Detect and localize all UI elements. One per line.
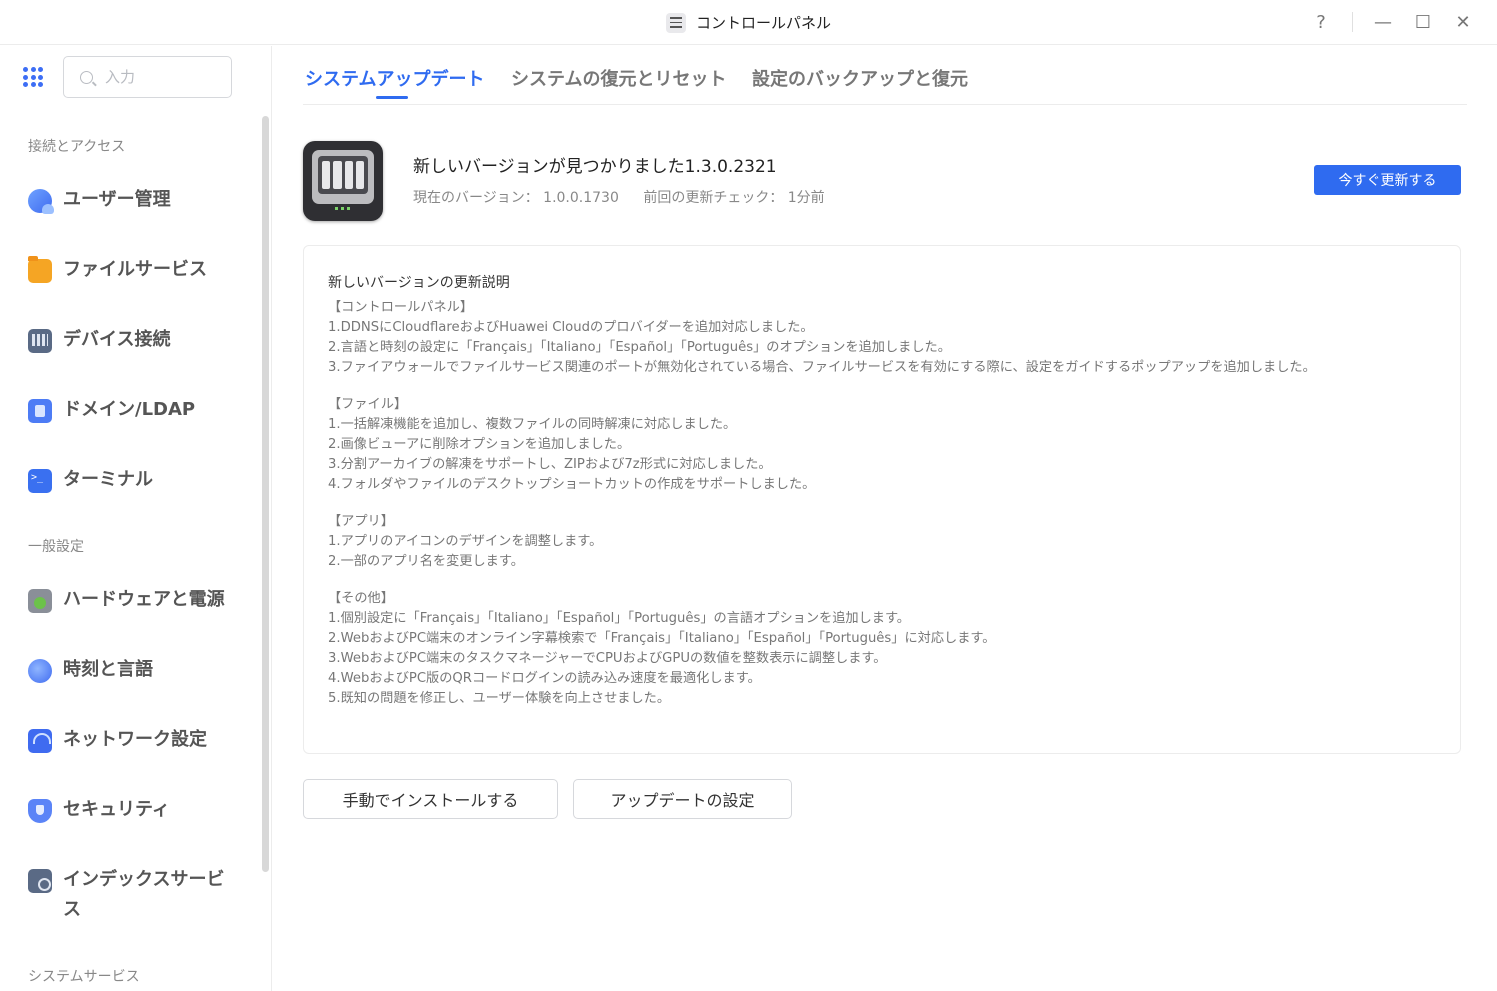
search-icon <box>80 70 93 84</box>
notes-line: 2.言語と時刻の設定に「Français」「Italiano」「Español」… <box>328 340 951 355</box>
sidebar-item-label: 時刻と言語 <box>63 659 153 680</box>
release-notes-title: 新しいバージョンの更新説明 <box>328 275 510 291</box>
tab-system-update[interactable]: システムアップデート <box>305 65 484 91</box>
active-tab-indicator <box>376 96 408 99</box>
sidebar-item-label: ハードウェアと電源 <box>63 589 225 610</box>
sidebar-item-label: ドメイン/LDAP <box>63 399 196 420</box>
apps-grid-icon[interactable] <box>23 67 43 87</box>
notes-heading: 【コントロールパネル】 <box>328 300 474 315</box>
terminal-icon <box>28 469 52 493</box>
update-settings-button[interactable]: アップデートの設定 <box>573 779 792 819</box>
sidebar-item-security[interactable]: セキュリティ <box>28 798 248 825</box>
notes-line: 3.分割アーカイブの解凍をサポートし、ZIPおよび7z形式に対応しました。 <box>328 457 772 472</box>
sidebar-scrollbar[interactable] <box>262 116 269 872</box>
section-label-system-services: システムサービス <box>28 969 140 985</box>
sidebar-item-network[interactable]: ネットワーク設定 <box>28 728 248 755</box>
sidebar-item-label: ネットワーク設定 <box>63 729 207 750</box>
tab-backup-restore[interactable]: 設定のバックアップと復元 <box>752 65 968 91</box>
minimize-icon[interactable]: — <box>1369 8 1397 36</box>
sidebar-item-label: ユーザー管理 <box>63 189 171 210</box>
notes-heading: 【その他】 <box>328 591 394 606</box>
titlebar-divider <box>1352 12 1353 32</box>
notes-line: 4.フォルダやファイルのデスクトップショートカットの作成をサポートしました。 <box>328 477 816 492</box>
close-icon[interactable]: ✕ <box>1449 8 1477 36</box>
sidebar-item-time-language[interactable]: 時刻と言語 <box>28 658 248 685</box>
device-icon <box>28 329 52 353</box>
notes-heading: 【アプリ】 <box>328 514 394 529</box>
users-icon <box>28 189 54 214</box>
globe-icon <box>28 659 52 683</box>
sidebar-item-label: ファイルサービス <box>63 259 207 280</box>
notes-line: 1.個別設定に「Français」「Italiano」「Español」「Por… <box>328 611 910 626</box>
sidebar-item-label: デバイス接続 <box>63 329 171 350</box>
sidebar-item-domain-ldap[interactable]: ドメイン/LDAP <box>28 398 248 425</box>
sidebar-item-label: ターミナル <box>63 469 153 490</box>
manual-install-button[interactable]: 手動でインストールする <box>303 779 558 819</box>
tab-restore-reset[interactable]: システムの復元とリセット <box>511 65 726 91</box>
notes-line: 2.一部のアプリ名を変更します。 <box>328 554 524 569</box>
tab-bar: システムアップデート システムの復元とリセット 設定のバックアップと復元 <box>303 46 1467 105</box>
search-box[interactable] <box>63 56 232 98</box>
window-title-text: コントロールパネル <box>695 14 831 32</box>
section-label-connection: 接続とアクセス <box>28 139 126 155</box>
sidebar-item-label: インデックスサービス <box>63 869 225 920</box>
shield-icon <box>28 799 52 823</box>
release-notes-panel: 新しいバージョンの更新説明 【コントロールパネル】 1.DDNSにCloudfl… <box>303 245 1461 754</box>
sidebar-item-file-services[interactable]: ファイルサービス <box>28 256 248 285</box>
sidebar-item-device-connection[interactable]: デバイス接続 <box>28 328 248 355</box>
control-panel-icon <box>665 12 686 33</box>
notes-heading: 【ファイル】 <box>328 397 408 412</box>
notes-line: 1.DDNSにCloudflareおよびHuawei Cloudのプロバイダーを… <box>328 320 814 335</box>
notes-line: 4.WebおよびPC版のQRコードログインの読み込み速度を最適化します。 <box>328 671 761 686</box>
window-title: コントロールパネル <box>0 0 1497 45</box>
help-icon[interactable]: ? <box>1307 8 1335 36</box>
search-input[interactable] <box>105 68 225 86</box>
network-icon <box>28 729 52 753</box>
domain-icon <box>28 399 52 423</box>
notes-line: 2.画像ビューアに削除オプションを追加しました。 <box>328 437 631 452</box>
index-icon <box>28 869 52 893</box>
nas-app-icon <box>303 141 383 221</box>
maximize-icon[interactable]: ☐ <box>1409 8 1437 36</box>
sidebar-item-terminal[interactable]: ターミナル <box>28 468 248 495</box>
update-title: 新しいバージョンが見つかりました1.3.0.2321 <box>413 157 777 177</box>
notes-line: 5.既知の問題を修正し、ユーザー体験を向上させました。 <box>328 691 671 706</box>
folder-icon <box>28 256 52 283</box>
title-bar: コントロールパネル ? — ☐ ✕ <box>0 0 1497 45</box>
last-update-check: 前回の更新チェック： 1分前 <box>643 190 825 206</box>
section-label-general: 一般設定 <box>28 539 84 555</box>
notes-line: 1.アプリのアイコンのデザインを調整します。 <box>328 534 603 549</box>
notes-line: 1.一括解凍機能を追加し、複数ファイルの同時解凍に対応しました。 <box>328 417 737 432</box>
update-now-button[interactable]: 今すぐ更新する <box>1314 165 1461 195</box>
notes-line: 3.WebおよびPC端末のタスクマネージャーでCPUおよびGPUの数値を整数表示… <box>328 651 887 666</box>
hardware-icon <box>28 589 52 613</box>
main-content: システムアップデート システムの復元とリセット 設定のバックアップと復元 新しい… <box>273 46 1497 991</box>
update-meta: 現在のバージョン： 1.0.0.1730 前回の更新チェック： 1分前 <box>413 187 825 207</box>
sidebar-item-users[interactable]: ユーザー管理 <box>28 188 248 215</box>
current-version: 現在のバージョン： 1.0.0.1730 <box>413 190 619 206</box>
sidebar: 接続とアクセス ユーザー管理 ファイルサービス デバイス接続 ドメイン/LDAP… <box>0 46 272 991</box>
sidebar-item-label: セキュリティ <box>63 799 170 820</box>
sidebar-item-index-service[interactable]: インデックスサービス <box>28 868 228 925</box>
notes-line: 2.WebおよびPC端末のオンライン字幕検索で「Français」「Italia… <box>328 631 996 646</box>
sidebar-item-hardware-power[interactable]: ハードウェアと電源 <box>28 588 248 615</box>
notes-line: 3.ファイアウォールでファイルサービス関連のポートが無効化されている場合、ファイ… <box>328 360 1316 375</box>
